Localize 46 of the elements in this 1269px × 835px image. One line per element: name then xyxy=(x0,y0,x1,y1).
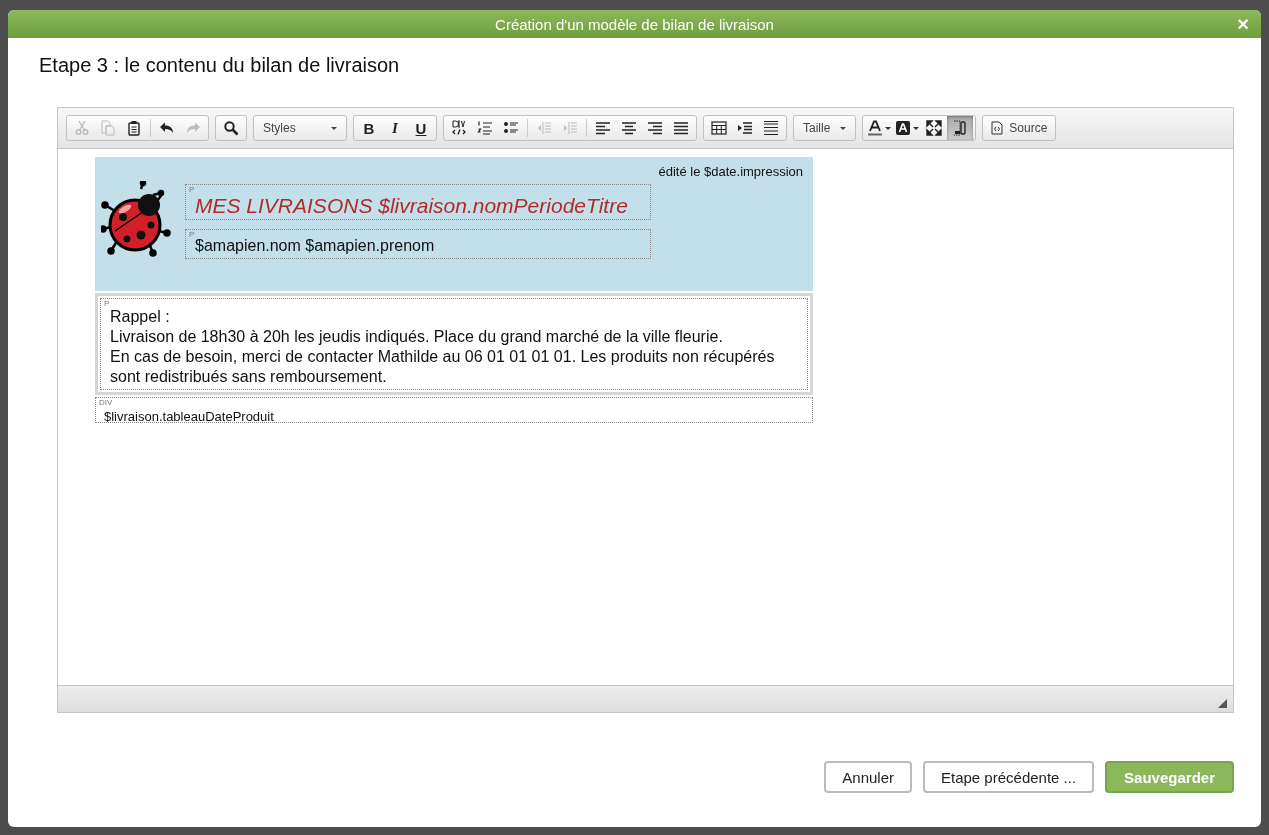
paste-icon xyxy=(126,120,142,136)
dropdown[interactable]: Taille xyxy=(796,116,854,140)
table-icon xyxy=(711,120,727,136)
table-placeholder: $livraison.tableauDateProduit xyxy=(104,409,274,424)
dialog-button[interactable]: Etape précédente ... xyxy=(923,761,1095,793)
cut-icon xyxy=(74,120,90,136)
block-tag: P xyxy=(104,300,110,308)
step-title: Etape 3 : le contenu du bilan de livraison xyxy=(39,54,401,77)
search-icon xyxy=(223,120,239,136)
reminder-text: En cas de besoin, merci de contacter Mathilde au 06 01 01 01 01. Les produits non récupérés sont redistribués sans remboursement. xyxy=(110,347,776,387)
copy-icon xyxy=(100,120,116,136)
block-tag: DIV xyxy=(99,399,113,407)
source-button[interactable]: Source xyxy=(985,116,1054,140)
editable-field[interactable]: DIV $livraison.tableauDateProduit xyxy=(95,397,813,423)
block-tag: P xyxy=(189,186,195,194)
align-left-icon xyxy=(595,120,611,136)
align-right-icon xyxy=(647,120,663,136)
lines-icon xyxy=(763,120,779,136)
align-center-icon xyxy=(621,120,637,136)
code-block-icon xyxy=(451,120,467,136)
background-color-icon xyxy=(895,120,912,136)
print-date: édité le $date.impression xyxy=(658,164,803,179)
format-button[interactable]: B xyxy=(356,116,382,140)
dialog-title: Création d'un modèle de bilan de livraison xyxy=(495,15,774,33)
outdent-icon xyxy=(536,120,552,136)
format-button[interactable]: I xyxy=(382,116,408,140)
justify-icon xyxy=(673,120,689,136)
show-blocks-button[interactable] xyxy=(947,116,974,140)
document-code-icon xyxy=(991,121,1004,135)
name-placeholder: $amapien.nom $amapien.prenom xyxy=(195,237,435,254)
format-button[interactable]: U xyxy=(408,116,434,140)
text-color-icon xyxy=(867,120,884,136)
dropdown[interactable]: Styles xyxy=(256,116,344,140)
dialog-button[interactable]: Annuler xyxy=(824,761,912,793)
editable-field[interactable]: P $amapien.nom $amapien.prenom xyxy=(185,229,651,259)
indent-icon xyxy=(562,120,578,136)
block-tag: P xyxy=(189,231,195,239)
resize-grip-icon[interactable] xyxy=(1218,699,1227,708)
document-title: MES LIVRAISONS $livraison.nomPeriodeTitre xyxy=(195,194,628,217)
reminder-text: Rappel : xyxy=(110,307,171,327)
maximize-icon xyxy=(926,120,943,136)
indent-lines-icon xyxy=(737,120,753,136)
numbered-list-icon xyxy=(477,120,493,136)
bullet-list-icon xyxy=(503,120,519,136)
reminder-text: Livraison de 18h30 à 20h les jeudis indiqués. Place du grand marché de la ville fleurie. xyxy=(110,327,724,347)
show-blocks-icon xyxy=(952,120,969,136)
